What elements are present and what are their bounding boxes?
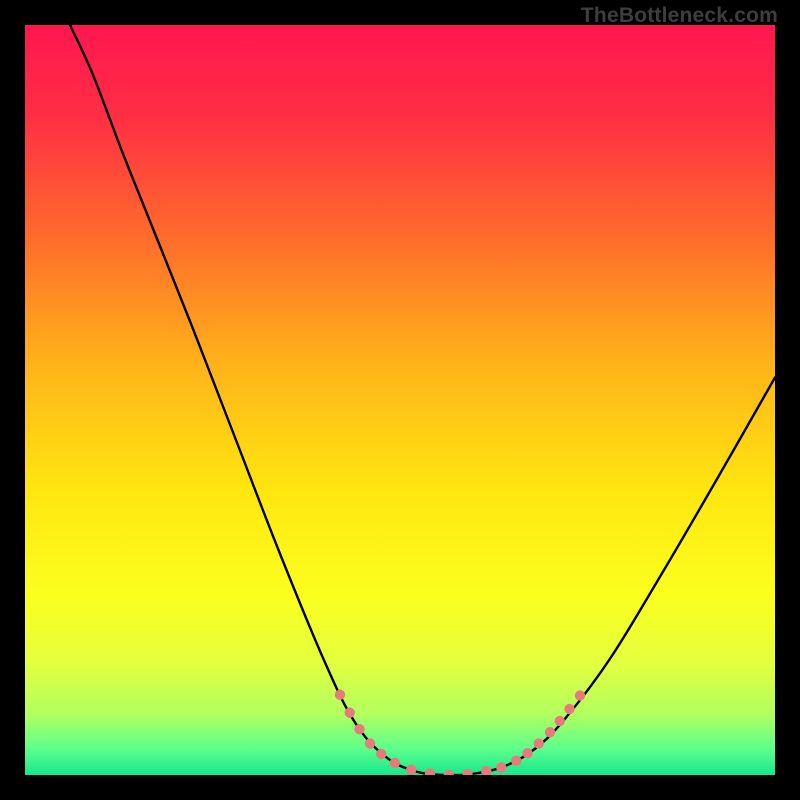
highlight-dot bbox=[481, 766, 491, 775]
highlight-dot bbox=[406, 765, 416, 775]
watermark-text: TheBottleneck.com bbox=[581, 4, 778, 28]
highlight-dot bbox=[555, 716, 565, 726]
highlight-dot bbox=[511, 756, 521, 766]
curve-layer bbox=[25, 25, 775, 775]
highlight-dot bbox=[545, 727, 555, 737]
highlight-dot bbox=[365, 738, 375, 748]
highlight-dot bbox=[534, 738, 544, 748]
plot-area bbox=[25, 25, 775, 775]
highlight-dot bbox=[564, 704, 574, 714]
highlight-dot bbox=[575, 690, 585, 700]
highlight-dot bbox=[444, 770, 454, 775]
highlight-dot bbox=[345, 708, 355, 718]
highlight-dot bbox=[425, 768, 435, 775]
highlight-dots-group bbox=[335, 690, 585, 775]
highlight-dot bbox=[462, 769, 472, 775]
highlight-dot bbox=[390, 758, 400, 768]
bottleneck-curve bbox=[70, 25, 775, 775]
highlight-dot bbox=[522, 748, 532, 758]
highlight-dot bbox=[335, 690, 345, 700]
highlight-dot bbox=[376, 749, 386, 759]
highlight-dot bbox=[354, 724, 364, 734]
chart-frame: TheBottleneck.com bbox=[0, 0, 800, 800]
highlight-dot bbox=[496, 762, 506, 772]
